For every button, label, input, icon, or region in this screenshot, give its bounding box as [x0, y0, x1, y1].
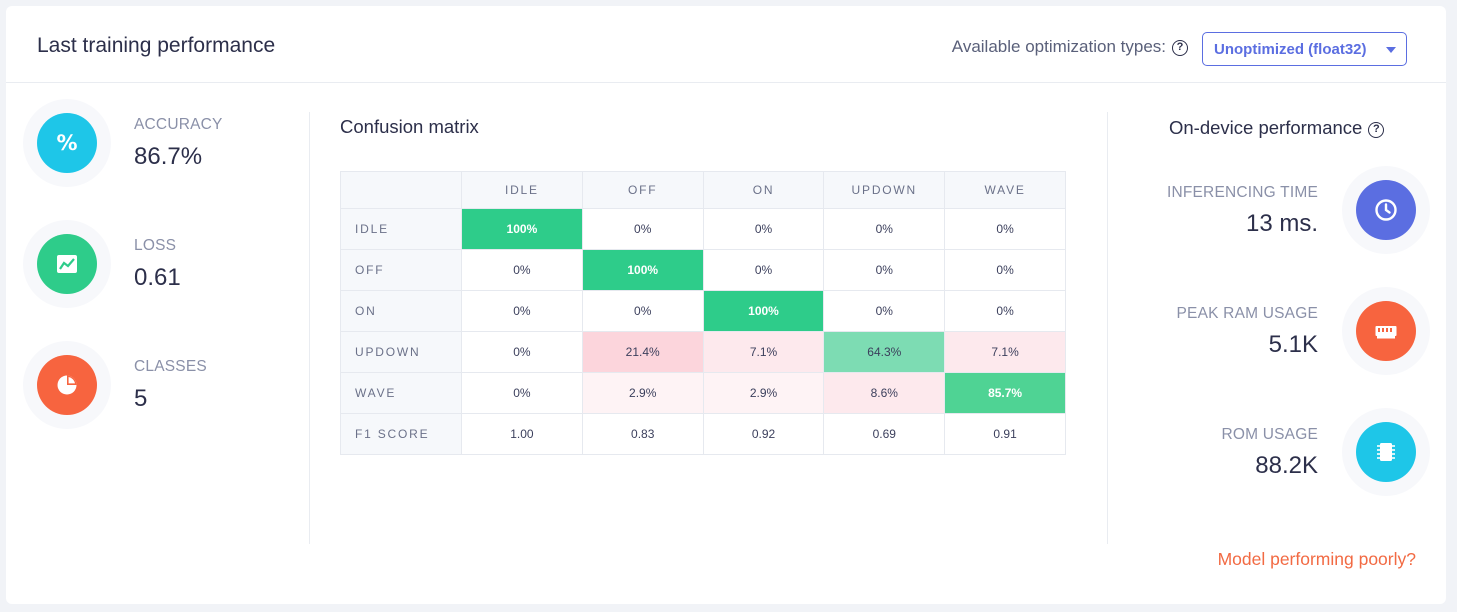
- f1-cell: 0.69: [823, 413, 946, 455]
- column-header: WAVE: [944, 171, 1066, 209]
- inferencing-time-value: 13 ms.: [1245, 210, 1318, 237]
- inferencing-time-label: INFERENCING TIME: [1166, 184, 1318, 201]
- matrix-cell: 64.3%: [823, 331, 946, 373]
- line-chart-icon: [37, 234, 97, 294]
- row-header: ON: [340, 290, 462, 332]
- svg-text:%: %: [56, 131, 77, 155]
- column-header: IDLE: [461, 171, 583, 209]
- matrix-cell: 0%: [461, 290, 583, 332]
- matrix-cell: 0%: [702, 208, 825, 250]
- pie-chart-icon: [37, 355, 97, 415]
- loss-value: 0.61: [134, 264, 181, 291]
- confusion-matrix-table: IDLE OFF ON UPDOWN WAVE IDLE 100% 0% 0% …: [340, 171, 1066, 455]
- optimization-label-text: Available optimization types:: [951, 37, 1166, 56]
- matrix-cell: 100%: [581, 249, 704, 291]
- matrix-cell: 0%: [581, 290, 704, 332]
- table-row: WAVE 0% 2.9% 2.9% 8.6% 85.7%: [340, 372, 1066, 414]
- table-row: OFF 0% 100% 0% 0% 0%: [340, 249, 1066, 291]
- page-title: Last training performance: [37, 34, 276, 57]
- row-header: WAVE: [340, 372, 462, 414]
- row-header: OFF: [340, 249, 462, 291]
- percent-icon: %: [37, 113, 97, 173]
- divider-right: [1107, 112, 1108, 544]
- peak-ram-label: PEAK RAM USAGE: [1176, 305, 1318, 322]
- training-performance-card: Last training performance Available opti…: [6, 6, 1446, 604]
- optimization-selected-value: Unoptimized (float32): [1214, 41, 1367, 58]
- f1-cell: 1.00: [461, 413, 583, 455]
- on-device-title-text: On-device performance: [1169, 117, 1363, 138]
- table-header-row: IDLE OFF ON UPDOWN WAVE: [340, 171, 1066, 209]
- card-header: Last training performance Available opti…: [6, 6, 1446, 83]
- matrix-cell: 2.9%: [581, 372, 704, 414]
- f1-cell: 0.91: [944, 413, 1066, 455]
- row-header: IDLE: [340, 208, 462, 250]
- clock-icon: [1356, 180, 1416, 240]
- model-performing-poorly-link[interactable]: Model performing poorly?: [1218, 549, 1416, 570]
- matrix-cell: 0%: [581, 208, 704, 250]
- matrix-cell: 8.6%: [823, 372, 946, 414]
- matrix-cell: 0%: [944, 290, 1066, 332]
- ram-icon: [1356, 301, 1416, 361]
- matrix-cell: 100%: [702, 290, 825, 332]
- optimization-type-select[interactable]: Unoptimized (float32): [1202, 32, 1407, 66]
- classes-value: 5: [134, 385, 148, 412]
- table-row: IDLE 100% 0% 0% 0% 0%: [340, 208, 1066, 250]
- help-icon[interactable]: ?: [1172, 40, 1188, 56]
- chip-icon: [1356, 422, 1416, 482]
- matrix-cell: 7.1%: [702, 331, 825, 373]
- matrix-cell: 100%: [461, 208, 583, 250]
- matrix-cell: 0%: [702, 249, 825, 291]
- help-icon[interactable]: ?: [1368, 122, 1385, 138]
- column-header: UPDOWN: [823, 171, 946, 209]
- column-header: ON: [702, 171, 825, 209]
- corner-cell: [340, 171, 462, 209]
- optimization-label: Available optimization types:?: [952, 37, 1188, 57]
- f1-score-row: F1 SCORE 1.00 0.83 0.92 0.69 0.91: [340, 413, 1066, 455]
- classes-label: CLASSES: [134, 358, 207, 375]
- matrix-cell: 21.4%: [581, 331, 704, 373]
- accuracy-value: 86.7%: [134, 143, 203, 170]
- row-header: F1 SCORE: [340, 413, 462, 455]
- rom-usage-value: 88.2K: [1255, 452, 1318, 479]
- table-row: ON 0% 0% 100% 0% 0%: [340, 290, 1066, 332]
- matrix-cell: 0%: [823, 249, 946, 291]
- column-header: OFF: [581, 171, 704, 209]
- matrix-cell: 0%: [461, 331, 583, 373]
- matrix-cell: 0%: [461, 249, 583, 291]
- matrix-cell: 85.7%: [944, 372, 1066, 414]
- divider-left: [309, 112, 310, 544]
- peak-ram-value: 5.1K: [1268, 331, 1318, 358]
- on-device-title: On-device performance?: [1169, 117, 1385, 139]
- accuracy-label: ACCURACY: [134, 116, 223, 133]
- f1-cell: 0.92: [702, 413, 825, 455]
- row-header: UPDOWN: [340, 331, 462, 373]
- matrix-cell: 0%: [461, 372, 583, 414]
- loss-label: LOSS: [134, 237, 177, 254]
- confusion-matrix-title: Confusion matrix: [340, 116, 479, 137]
- rom-usage-label: ROM USAGE: [1221, 426, 1318, 443]
- matrix-cell: 0%: [823, 208, 946, 250]
- chevron-down-icon: [1386, 47, 1396, 53]
- matrix-cell: 2.9%: [702, 372, 825, 414]
- matrix-cell: 0%: [823, 290, 946, 332]
- table-row: UPDOWN 0% 21.4% 7.1% 64.3% 7.1%: [340, 331, 1066, 373]
- matrix-cell: 0%: [944, 249, 1066, 291]
- matrix-cell: 0%: [944, 208, 1066, 250]
- f1-cell: 0.83: [581, 413, 704, 455]
- matrix-cell: 7.1%: [944, 331, 1066, 373]
